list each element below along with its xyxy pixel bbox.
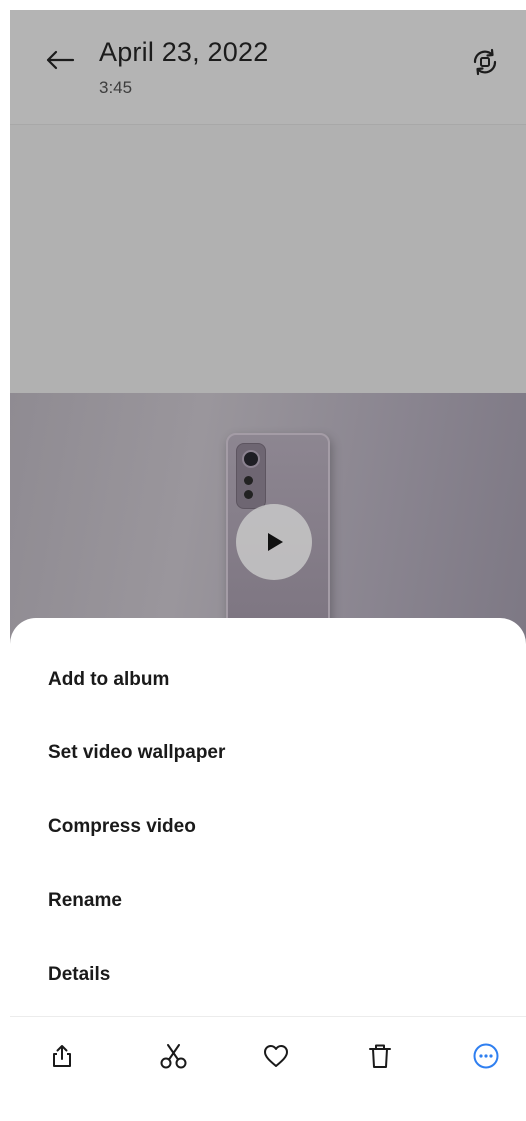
heart-icon bbox=[264, 1045, 288, 1067]
bottom-sheet: Add to album Set video wallpaper Compres… bbox=[10, 618, 526, 1121]
more-button[interactable] bbox=[466, 1036, 506, 1076]
add-to-album-option[interactable]: Add to album bbox=[48, 669, 169, 691]
delete-button[interactable] bbox=[360, 1036, 400, 1076]
camera-lens-small bbox=[244, 476, 253, 485]
page-title: April 23, 2022 bbox=[99, 37, 269, 67]
arrow-left-icon bbox=[46, 50, 75, 70]
video-thumbnail[interactable] bbox=[10, 393, 526, 653]
share-icon bbox=[53, 1045, 71, 1067]
favorite-button[interactable] bbox=[256, 1036, 296, 1076]
camera-lens-small bbox=[244, 490, 253, 499]
rename-option[interactable]: Rename bbox=[48, 890, 122, 912]
details-option[interactable]: Details bbox=[48, 964, 110, 986]
share-button[interactable] bbox=[42, 1036, 82, 1076]
scissors-icon bbox=[160, 1044, 187, 1069]
back-button[interactable] bbox=[42, 44, 78, 76]
play-icon bbox=[268, 533, 283, 551]
more-icon bbox=[473, 1043, 499, 1069]
screen: April 23, 2022 3:45 Add to album Set vid… bbox=[10, 10, 526, 1121]
page-subtitle: 3:45 bbox=[99, 78, 133, 97]
divider bbox=[10, 1016, 526, 1017]
rotate-icon bbox=[473, 48, 497, 76]
media-background bbox=[10, 125, 526, 393]
rotate-button[interactable] bbox=[468, 45, 502, 79]
compress-video-option[interactable]: Compress video bbox=[48, 816, 196, 838]
set-video-wallpaper-option[interactable]: Set video wallpaper bbox=[48, 742, 225, 764]
camera-lens bbox=[242, 450, 260, 468]
play-button[interactable] bbox=[236, 504, 312, 580]
camera-module bbox=[236, 443, 266, 509]
top-bar: April 23, 2022 3:45 bbox=[10, 10, 526, 125]
trash-icon bbox=[369, 1044, 391, 1068]
trim-button[interactable] bbox=[154, 1036, 194, 1076]
